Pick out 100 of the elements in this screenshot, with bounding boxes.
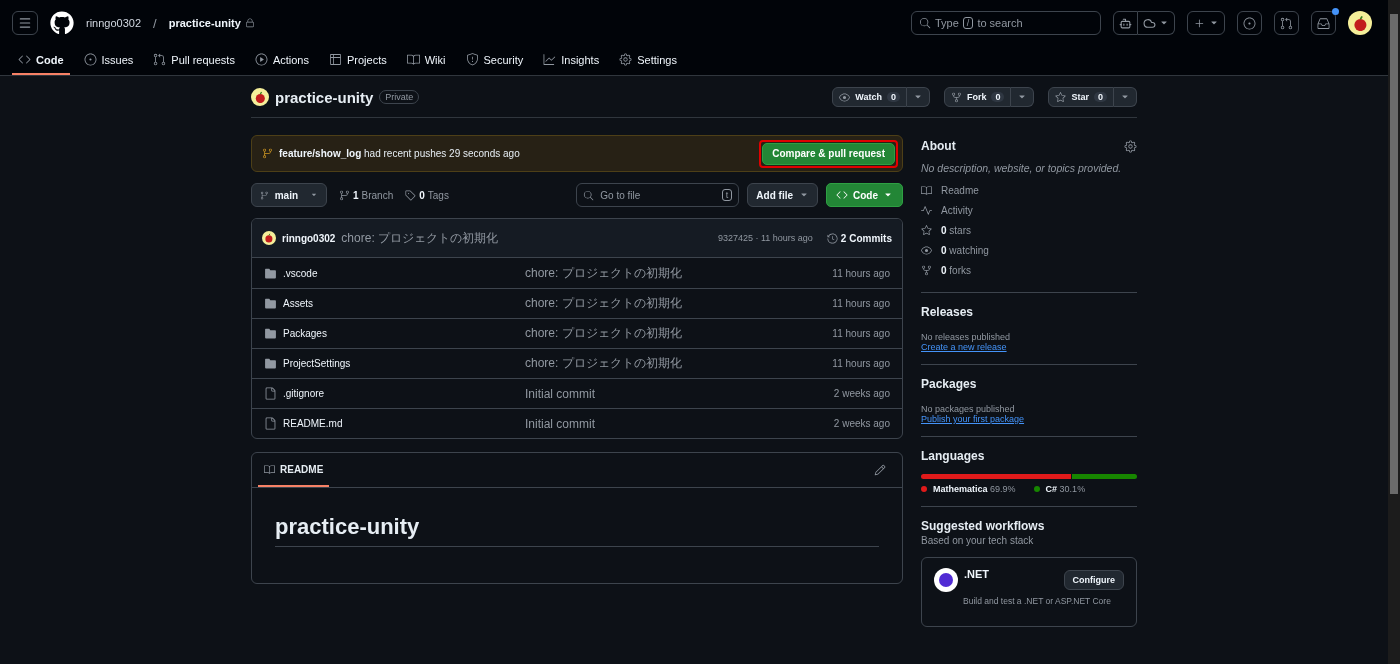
create-link[interactable]: Create a new release	[921, 342, 1137, 352]
language-label[interactable]: C# 30.1%	[1045, 484, 1086, 494]
workflow-name: .NET	[964, 568, 990, 580]
about-link[interactable]: Readme	[921, 183, 1137, 198]
watch-menu-button[interactable]	[906, 87, 930, 107]
configure-button[interactable]: Configure	[1063, 570, 1124, 590]
file-row[interactable]: Assets chore: プロジェクトの初期化 11 hours ago	[252, 288, 902, 318]
create-new-button[interactable]	[1187, 11, 1225, 35]
cloud-icon	[1143, 16, 1156, 30]
pulse-icon	[921, 205, 932, 216]
owner-link[interactable]: rinngo0302	[86, 17, 142, 29]
file-row[interactable]: ProjectSettings chore: プロジェクトの初期化 11 hours ago	[252, 348, 902, 378]
file-commit-message[interactable]: Initial commit	[525, 386, 834, 401]
pull-request-icon	[1280, 16, 1293, 30]
watch-button[interactable]: Watch 0	[832, 87, 907, 107]
book-icon	[406, 53, 420, 66]
branches-link[interactable]: 1 Branch	[339, 189, 394, 201]
pull-request-icon	[153, 53, 167, 66]
about-link[interactable]: Activity	[921, 203, 1137, 218]
table-icon	[328, 53, 342, 66]
branch-icon	[260, 189, 269, 201]
empty-note: No packages published	[921, 404, 1016, 414]
file-name[interactable]: ProjectSettings	[283, 358, 525, 369]
fork-menu-button[interactable]	[1011, 87, 1035, 107]
nav-tab[interactable]: Actions	[248, 46, 315, 75]
file-name[interactable]: Assets	[283, 298, 525, 309]
code-icon	[18, 53, 31, 66]
pull-requests-button[interactable]	[1274, 11, 1299, 35]
repo-title[interactable]: practice-unity	[275, 88, 374, 106]
readme-tab[interactable]: README	[258, 453, 330, 487]
file-time: 11 hours ago	[832, 298, 890, 309]
copilot-button[interactable]	[1113, 11, 1138, 35]
file-time: 11 hours ago	[832, 328, 890, 339]
scrollbar-thumb[interactable]	[1390, 14, 1398, 494]
file-name[interactable]: .vscode	[283, 267, 525, 279]
workflow-description: Build and test a .NET or ASP.NET Core	[962, 596, 1112, 606]
about-link[interactable]: 0 stars	[921, 223, 1137, 238]
search-field[interactable]: Type / to search	[911, 11, 1101, 35]
about-description: No description, website, or topics provided.	[921, 162, 1123, 174]
about-link[interactable]: 0 forks	[921, 263, 1137, 278]
create-link[interactable]: Publish your first package	[921, 414, 1137, 424]
push-message: feature/show_log had recent pushes 29 seconds ago	[279, 148, 520, 159]
file-time: 2 weeks ago	[833, 388, 890, 399]
file-commit-message[interactable]: chore: プロジェクトの初期化	[525, 264, 833, 282]
nav-tab[interactable]: Wiki	[400, 46, 452, 75]
file-row[interactable]: Packages chore: プロジェクトの初期化 11 hours ago	[252, 318, 902, 348]
search-icon	[919, 17, 931, 29]
eye-icon	[921, 245, 932, 256]
avatar[interactable]	[1348, 11, 1372, 35]
file-row[interactable]: README.md Initial commit 2 weeks ago	[252, 408, 902, 438]
file-commit-message[interactable]: chore: プロジェクトの初期化	[525, 325, 833, 342]
section-title: Suggested workflows	[921, 519, 1046, 533]
fork-button[interactable]: Fork 0	[943, 87, 1012, 107]
cloud-menu-button[interactable]	[1138, 11, 1175, 35]
file-name[interactable]: .gitignore	[283, 388, 525, 399]
fork-icon	[950, 91, 962, 103]
about-title: About	[921, 139, 956, 153]
eye-icon	[839, 91, 851, 103]
commit-message[interactable]: chore: プロジェクトの初期化	[341, 229, 712, 247]
file-row[interactable]: .vscode chore: プロジェクトの初期化 11 hours ago	[252, 258, 902, 288]
book-icon	[264, 463, 275, 475]
language-label[interactable]: Mathematica 69.9%	[933, 484, 1016, 494]
issues-button[interactable]	[1237, 11, 1262, 35]
branch-select-button[interactable]: main	[251, 183, 327, 207]
commits-link[interactable]: 2 Commits	[826, 232, 892, 244]
star-button[interactable]: Star 0	[1048, 87, 1114, 107]
nav-tab[interactable]: Insights	[537, 46, 606, 75]
folder-icon	[264, 297, 277, 310]
menu-button[interactable]	[12, 11, 38, 35]
settings-icon	[619, 53, 633, 66]
go-to-file-field[interactable]: Go to file t	[576, 183, 740, 207]
file-name[interactable]: Packages	[283, 328, 525, 339]
about-link[interactable]: 0 watching	[921, 243, 1137, 258]
file-commit-message[interactable]: chore: プロジェクトの初期化	[525, 355, 833, 372]
nav-tab[interactable]: Issues	[77, 46, 140, 75]
code-button[interactable]: Code	[826, 183, 903, 207]
star-menu-button[interactable]	[1114, 87, 1137, 107]
file-name[interactable]: README.md	[283, 418, 525, 429]
add-file-button[interactable]: Add file	[747, 183, 818, 207]
file-commit-message[interactable]: chore: プロジェクトの初期化	[525, 295, 833, 312]
nav-tab[interactable]: Code	[12, 46, 70, 75]
shield-icon	[465, 53, 479, 66]
nav-tab[interactable]: Security	[459, 46, 530, 75]
folder-icon	[264, 357, 277, 370]
compare-pull-request-button[interactable]: Compare & pull request	[762, 142, 895, 165]
tags-link[interactable]: 0 Tags	[405, 189, 449, 201]
repo-link[interactable]: practice-unity	[168, 17, 241, 29]
commit-author[interactable]: rinngo0302	[282, 232, 336, 244]
star-icon	[1055, 91, 1067, 103]
file-commit-message[interactable]: Initial commit	[525, 416, 834, 431]
commit-hash-time[interactable]: 9327425 · 11 hours ago	[717, 233, 813, 243]
file-time: 11 hours ago	[832, 358, 890, 369]
file-row[interactable]: .gitignore Initial commit 2 weeks ago	[252, 378, 902, 408]
nav-tab[interactable]: Projects	[322, 46, 393, 75]
breadcrumb-separator: /	[153, 15, 157, 31]
github-logo-icon	[50, 11, 74, 35]
nav-tab[interactable]: Pull requests	[147, 46, 241, 75]
branch-icon	[339, 189, 350, 201]
dotnet-logo-icon	[934, 568, 958, 592]
nav-tab[interactable]: Settings	[613, 46, 683, 75]
